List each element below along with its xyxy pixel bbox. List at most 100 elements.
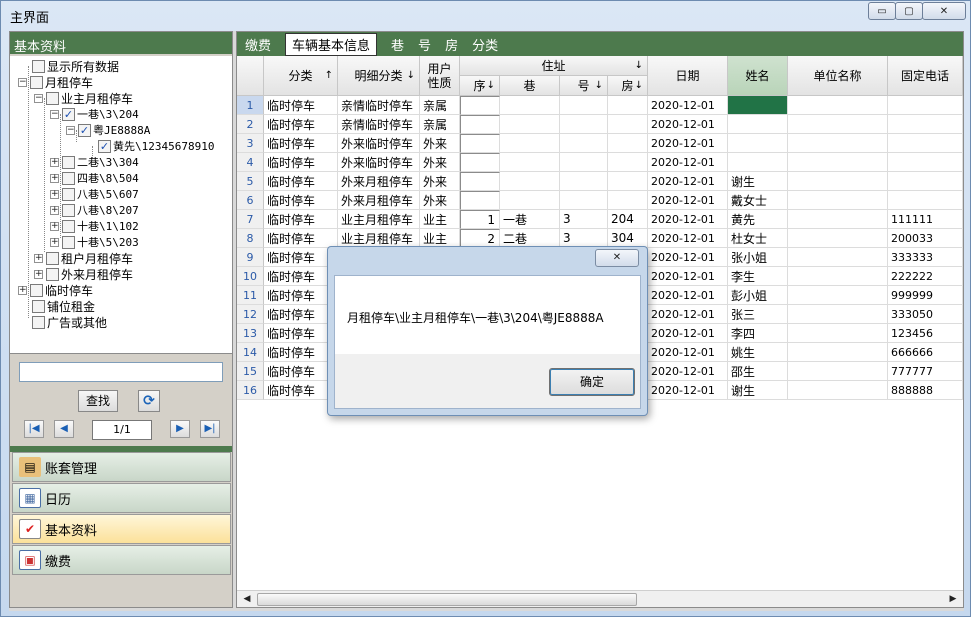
grid-cell-category[interactable]: 临时停车 [264,172,338,191]
tab-room[interactable]: 房 [445,34,458,55]
expand-icon[interactable]: + [34,269,43,279]
grid-cell-phone[interactable]: 888888 [888,381,963,400]
grid-cell-name[interactable]: 张小姐 [728,248,788,267]
grid-cell-user[interactable]: 亲属 [420,96,460,115]
grid-cell-date[interactable]: 2020-12-01 [648,362,728,381]
grid-cell-company[interactable] [788,286,888,305]
row-number[interactable]: 8 [237,229,264,248]
dialog-close-button[interactable]: ✕ [595,249,639,267]
expand-icon[interactable]: + [50,173,59,183]
tree-node[interactable]: − ✓ 一巷\3\204 [50,106,139,122]
tree-checkbox[interactable] [62,187,75,201]
grid-cell-company[interactable] [788,153,888,172]
ok-button[interactable]: 确定 [549,368,635,396]
next-page-button[interactable]: ▶ [170,420,190,438]
tree-node[interactable]: − 业主月租停车 [34,90,133,106]
row-number[interactable]: 16 [237,381,264,400]
menu-item-calendar[interactable]: ▦ 日历 [12,483,231,513]
scroll-left-icon[interactable]: ◀ [239,592,255,607]
tree-checkbox[interactable] [30,75,43,89]
grid-cell-room[interactable] [608,172,648,191]
grid-cell-name[interactable]: 邵生 [728,362,788,381]
grid-cell-phone[interactable] [888,96,963,115]
grid-cell-user[interactable]: 亲属 [420,115,460,134]
tree-checkbox[interactable] [62,155,75,169]
row-number[interactable]: 5 [237,172,264,191]
grid-cell-date[interactable]: 2020-12-01 [648,96,728,115]
tree-node[interactable]: + 十巷\1\102 [50,218,139,234]
grid-cell-phone[interactable]: 111111 [888,210,963,229]
grid-cell-category[interactable]: 临时停车 [264,115,338,134]
maximize-button[interactable]: ▢ [895,2,923,20]
row-number[interactable]: 1 [237,96,264,115]
collapse-icon[interactable]: − [50,109,59,119]
grid-cell-phone[interactable]: 999999 [888,286,963,305]
grid-cell-company[interactable] [788,210,888,229]
find-button[interactable]: 查找 [78,390,118,412]
expand-icon[interactable]: + [50,205,59,215]
tree-node[interactable]: 广告或其他 [32,314,107,330]
header-room[interactable]: 房 ↓ [608,76,648,96]
grid-cell-phone[interactable] [888,134,963,153]
grid-cell-company[interactable] [788,305,888,324]
grid-cell-company[interactable] [788,267,888,286]
row-number[interactable]: 12 [237,305,264,324]
grid-cell-date[interactable]: 2020-12-01 [648,286,728,305]
grid-cell-seq[interactable] [460,191,500,210]
grid-cell-date[interactable]: 2020-12-01 [648,115,728,134]
grid-cell-number[interactable] [560,191,608,210]
grid-cell-detail[interactable]: 亲情临时停车 [338,115,420,134]
tree-checkbox[interactable] [46,91,59,105]
tree-checkbox[interactable]: ✓ [78,123,91,137]
tree-checkbox[interactable]: ✓ [98,139,111,153]
grid-cell-company[interactable] [788,115,888,134]
grid-cell-name[interactable]: 李生 [728,267,788,286]
expand-icon[interactable]: + [50,237,59,247]
grid-cell-category[interactable]: 临时停车 [264,210,338,229]
tree-checkbox[interactable] [62,219,75,233]
first-page-button[interactable]: |◀ [24,420,44,438]
tree-node[interactable]: − ✓ 粤JE8888A [66,122,150,138]
menu-item-basic-info[interactable]: ✔ 基本资料 [12,514,231,544]
row-number[interactable]: 10 [237,267,264,286]
grid-cell-company[interactable] [788,172,888,191]
grid-cell-date[interactable]: 2020-12-01 [648,210,728,229]
grid-cell-name[interactable]: 谢生 [728,172,788,191]
tab-number[interactable]: 号 [418,34,431,55]
grid-cell-date[interactable]: 2020-12-01 [648,343,728,362]
grid-cell-company[interactable] [788,229,888,248]
grid-cell-company[interactable] [788,134,888,153]
header-date[interactable]: 日期 [648,56,728,96]
grid-cell-name[interactable] [728,153,788,172]
tree-checkbox[interactable] [62,171,75,185]
grid-cell-date[interactable]: 2020-12-01 [648,248,728,267]
tree-checkbox[interactable] [46,267,59,281]
grid-cell-number[interactable] [560,134,608,153]
grid-cell-lane[interactable]: 一巷 [500,210,560,229]
grid-cell-number[interactable] [560,153,608,172]
expand-icon[interactable]: + [50,157,59,167]
tree-node[interactable]: + 租户月租停车 [34,250,133,266]
header-detail[interactable]: 明细分类 ↓ [338,56,420,96]
tree-node[interactable]: 铺位租金 [32,298,95,314]
grid-cell-room[interactable] [608,134,648,153]
close-button[interactable]: ✕ [922,2,966,20]
grid-cell-detail[interactable]: 外来月租停车 [338,191,420,210]
category-tree[interactable]: 显示所有数据 − 月租停车 − 业主月租停车 − ✓ 一巷\3\204− ✓ 粤JE8888A ✓ 黄… [10,56,232,354]
grid-cell-name[interactable] [728,134,788,153]
grid-cell-phone[interactable] [888,191,963,210]
grid-cell-category[interactable]: 临时停车 [264,229,338,248]
grid-cell-number[interactable] [560,172,608,191]
grid-cell-detail[interactable]: 业主月租停车 [338,210,420,229]
grid-cell-company[interactable] [788,343,888,362]
grid-cell-phone[interactable] [888,153,963,172]
tab-vehicle-info[interactable]: 车辆基本信息 [285,32,378,56]
tree-checkbox[interactable] [30,283,43,297]
grid-cell-lane[interactable] [500,191,560,210]
row-number[interactable]: 7 [237,210,264,229]
grid-cell-phone[interactable]: 123456 [888,324,963,343]
grid-cell-room[interactable]: 204 [608,210,648,229]
grid-cell-name[interactable] [728,115,788,134]
grid-cell-room[interactable] [608,96,648,115]
grid-cell-category[interactable]: 临时停车 [264,96,338,115]
